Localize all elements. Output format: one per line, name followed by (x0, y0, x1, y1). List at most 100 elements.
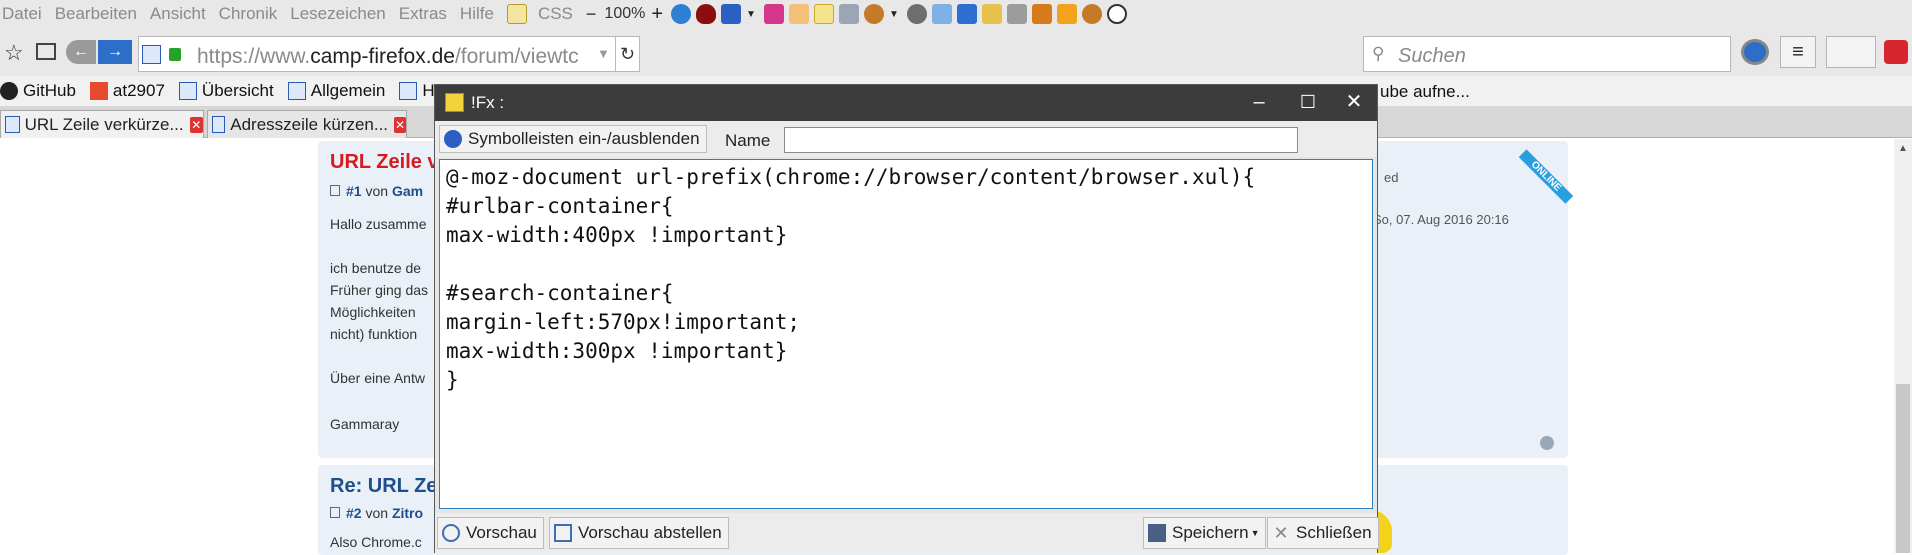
dialog-titlebar[interactable]: !Fx : – ☐ ✕ (435, 85, 1377, 121)
post-line: Früher ging das (330, 282, 429, 298)
chevron-down-icon[interactable]: ▼ (597, 46, 610, 61)
site-icon (178, 82, 197, 100)
tab-url-zeile[interactable]: URL Zeile verkürze... ✕ (0, 110, 204, 138)
download-icon[interactable] (1056, 4, 1077, 24)
gear-icon[interactable] (906, 4, 927, 24)
library-icon[interactable] (36, 43, 56, 60)
preview-button[interactable]: Vorschau (437, 517, 544, 549)
post-date: So, 07. Aug 2016 20:16 (1373, 212, 1509, 227)
dialog-title: !Fx : (471, 93, 505, 112)
bookmark-overflow-item[interactable]: ube aufne... (1380, 82, 1470, 102)
ublock-icon[interactable] (696, 4, 717, 24)
page-scrollbar[interactable]: ▲ (1894, 139, 1912, 553)
screenshot-icon[interactable] (1031, 4, 1052, 24)
open-folder-icon[interactable] (981, 4, 1002, 24)
layout-icon[interactable] (956, 4, 977, 24)
chevron-down-icon[interactable]: ▼ (746, 9, 756, 20)
post-line: nicht) funktion (330, 326, 418, 342)
search-input[interactable]: Suchen (1398, 45, 1466, 68)
post-meta: #1 von Gam (330, 183, 423, 199)
url-bar[interactable]: https://www.camp-firefox.de/forum/viewtc… (138, 36, 616, 72)
close-tab-icon[interactable]: ✕ (394, 116, 406, 133)
menu-chronik[interactable]: Chronik (219, 4, 278, 24)
zoom-in-button[interactable]: + (651, 3, 663, 26)
monkey-icon-2[interactable] (1081, 4, 1102, 24)
back-button[interactable]: ← (66, 40, 96, 64)
stop-preview-button[interactable]: Vorschau abstellen (549, 517, 729, 549)
post-line: Über eine Antw (330, 370, 425, 386)
toggle-toolbars-button[interactable]: Symbolleisten ein-/ausblenden (439, 125, 707, 153)
window-icon (554, 524, 572, 542)
brush-icon[interactable] (788, 4, 809, 24)
scrollbar-thumb[interactable] (1896, 384, 1910, 553)
bookmark-at2907[interactable]: at2907 (89, 81, 165, 101)
reload-extension-icon[interactable] (671, 4, 692, 24)
app-icon (445, 93, 464, 112)
scroll-top-icon[interactable] (1540, 436, 1554, 450)
site-identity-icon[interactable] (142, 45, 161, 64)
close-window-button[interactable]: ✕ (1331, 85, 1377, 121)
close-button[interactable]: ✕ Schließen (1267, 517, 1379, 549)
bookmark-uebersicht[interactable]: Übersicht (178, 81, 274, 101)
navigation-bar: ☆ ← → https://www.camp-firefox.de/forum/… (0, 28, 1912, 76)
post-side-text: ed (1384, 170, 1399, 185)
maximize-button[interactable]: ☐ (1285, 85, 1331, 121)
minimize-button[interactable]: – (1236, 85, 1282, 121)
menu-datei[interactable]: Datei (2, 4, 42, 24)
pocket-icon[interactable] (1884, 40, 1908, 64)
bookmark-allgemein[interactable]: Allgemein (287, 81, 385, 101)
site-icon (212, 116, 226, 133)
menu-bar: Datei Bearbeiten Ansicht Chronik Lesezei… (0, 0, 1912, 28)
chevron-down-icon[interactable]: ▼ (1251, 528, 1260, 538)
lock-icon[interactable] (169, 48, 181, 61)
edit-note-icon[interactable] (506, 4, 527, 24)
scroll-up-arrow[interactable]: ▲ (1898, 143, 1908, 154)
close-icon: ✕ (1273, 523, 1289, 543)
css-menu[interactable]: CSS (538, 4, 573, 24)
url-text[interactable]: https://www.camp-firefox.de/forum/viewtc (197, 45, 591, 69)
bookmark-star-icon[interactable]: ☆ (4, 40, 24, 66)
post-title[interactable]: Re: URL Zei (330, 475, 443, 498)
zoom-level[interactable]: 100% (604, 5, 645, 23)
menu-lesezeichen[interactable]: Lesezeichen (290, 4, 385, 24)
name-field[interactable] (784, 127, 1298, 153)
menu-hilfe[interactable]: Hilfe (460, 4, 494, 24)
post-line: ich benutze de (330, 260, 422, 276)
bookmark-h[interactable]: H (399, 81, 435, 101)
chevron-down-icon[interactable]: ▼ (889, 9, 899, 20)
magnifier-icon (442, 524, 460, 542)
post-meta: #2 von Zitro (330, 505, 423, 521)
save-button[interactable]: Speichern ▼ (1143, 517, 1267, 549)
bookmark-github[interactable]: GitHub (0, 81, 76, 101)
close-tab-icon[interactable]: ✕ (189, 116, 203, 133)
search-bar[interactable]: ⚲ Suchen (1363, 36, 1731, 72)
post-signature: Gammaray (330, 416, 400, 432)
menu-hamburger-icon[interactable]: ≡ (1780, 36, 1816, 68)
save-disk-icon (1148, 524, 1166, 542)
panel-icon[interactable] (1826, 36, 1876, 68)
forward-button[interactable]: → (98, 40, 132, 64)
play-icon[interactable] (1106, 4, 1127, 24)
addon-puzzle-icon[interactable] (721, 4, 742, 24)
folder-icon[interactable] (931, 4, 952, 24)
site-icon (287, 82, 306, 100)
reload-button[interactable]: ↻ (616, 36, 640, 72)
menu-ansicht[interactable]: Ansicht (150, 4, 206, 24)
print-icon[interactable] (838, 4, 859, 24)
menu-bearbeiten[interactable]: Bearbeiten (55, 4, 137, 24)
post-line: Hallo zusamme (330, 216, 427, 232)
css-code-editor[interactable]: @-moz-document url-prefix(chrome://brows… (439, 159, 1373, 509)
zoom-out-button[interactable]: − (586, 4, 597, 25)
github-icon (0, 82, 18, 100)
name-label: Name (725, 131, 771, 150)
sync-icon[interactable] (1741, 39, 1769, 65)
notes-icon[interactable] (813, 4, 834, 24)
pinned-k-icon[interactable] (763, 4, 784, 24)
tab-adresszeile[interactable]: Adresszeile kürzen... ✕ (207, 110, 407, 138)
menu-extras[interactable]: Extras (399, 4, 447, 24)
post-line: Möglichkeiten (330, 304, 416, 320)
fx-editor-dialog: !Fx : – ☐ ✕ Symbolleisten ein-/ausblende… (434, 84, 1379, 553)
stylish-s-icon[interactable] (1006, 4, 1027, 24)
monkey-icon[interactable] (863, 4, 884, 24)
post-title[interactable]: URL Zeile v (330, 151, 439, 174)
